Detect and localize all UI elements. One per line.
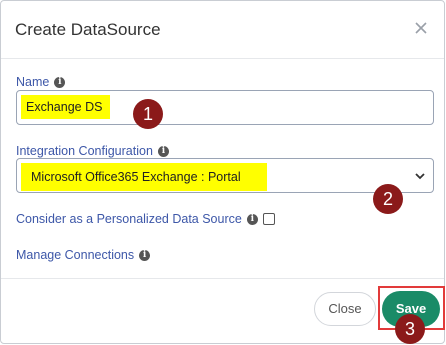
- info-icon: i: [139, 249, 151, 261]
- personalized-label: Consider as a Personalized Data Source: [16, 212, 242, 226]
- step-badge-2: 2: [373, 184, 403, 214]
- manage-connections-link[interactable]: Manage Connections: [16, 248, 134, 262]
- integration-select-value: Microsoft Office365 Exchange : Portal: [21, 163, 267, 191]
- integration-select[interactable]: Microsoft Office365 Exchange : Portal: [16, 158, 434, 193]
- close-icon[interactable]: [414, 21, 428, 35]
- name-input-value: Exchange DS: [21, 95, 111, 119]
- info-icon: i: [54, 76, 66, 88]
- dialog-header: Create DataSource: [1, 1, 444, 59]
- dialog-title: Create DataSource: [15, 20, 161, 39]
- integration-label: Integration Configuration: [16, 144, 153, 158]
- info-icon: i: [157, 145, 169, 157]
- step-badge-1: 1: [133, 99, 163, 129]
- info-icon: i: [246, 213, 258, 225]
- close-button[interactable]: Close: [314, 292, 376, 326]
- personalized-row: Consider as a Personalized Data Source i: [16, 212, 275, 226]
- name-label: Name: [16, 75, 50, 89]
- create-datasource-dialog: Create DataSource Name i Exchange DS 1 I…: [0, 0, 445, 344]
- manage-connections-row: Manage Connections i: [16, 248, 151, 262]
- name-label-row: Name i: [16, 75, 66, 89]
- chevron-down-icon: [415, 173, 425, 180]
- name-input[interactable]: Exchange DS: [16, 90, 434, 125]
- footer-divider: [1, 278, 444, 279]
- step-badge-3: 3: [395, 314, 425, 344]
- personalized-checkbox[interactable]: [262, 213, 275, 225]
- integration-label-row: Integration Configuration i: [16, 144, 169, 158]
